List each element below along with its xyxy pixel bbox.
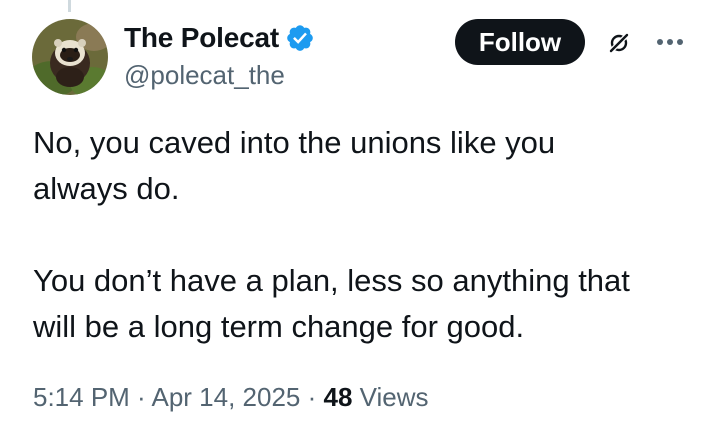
grok-icon[interactable] [606, 30, 632, 56]
meta-separator: · [300, 382, 324, 412]
avatar[interactable] [32, 19, 108, 95]
tweet-text-line: always do. [33, 171, 180, 206]
tweet-time[interactable]: 5:14 PM [33, 382, 130, 412]
tweet-text: No, you caved into the unions like you a… [33, 120, 703, 350]
tweet-text-line: will be a long term change for good. [33, 309, 525, 344]
verified-badge-icon [285, 23, 315, 53]
tweet-text-line: No, you caved into the unions like you [33, 125, 556, 160]
follow-button[interactable]: Follow [455, 19, 585, 65]
thread-connector-line [68, 0, 71, 12]
more-options-icon[interactable] [654, 30, 686, 54]
tweet-date[interactable]: Apr 14, 2025 [152, 382, 301, 412]
author-display-name[interactable]: The Polecat [124, 22, 279, 54]
views-count: 48 [323, 382, 353, 412]
views-label: Views [352, 382, 429, 412]
author-handle[interactable]: @polecat_the [124, 60, 285, 91]
avatar-image [32, 19, 108, 95]
tweet-meta: 5:14 PM · Apr 14, 2025 · 48 Views [33, 382, 429, 413]
meta-separator: · [129, 382, 152, 412]
author-name-row[interactable]: The Polecat [124, 18, 315, 58]
tweet-text-line: You don’t have a plan, less so anything … [33, 263, 630, 298]
